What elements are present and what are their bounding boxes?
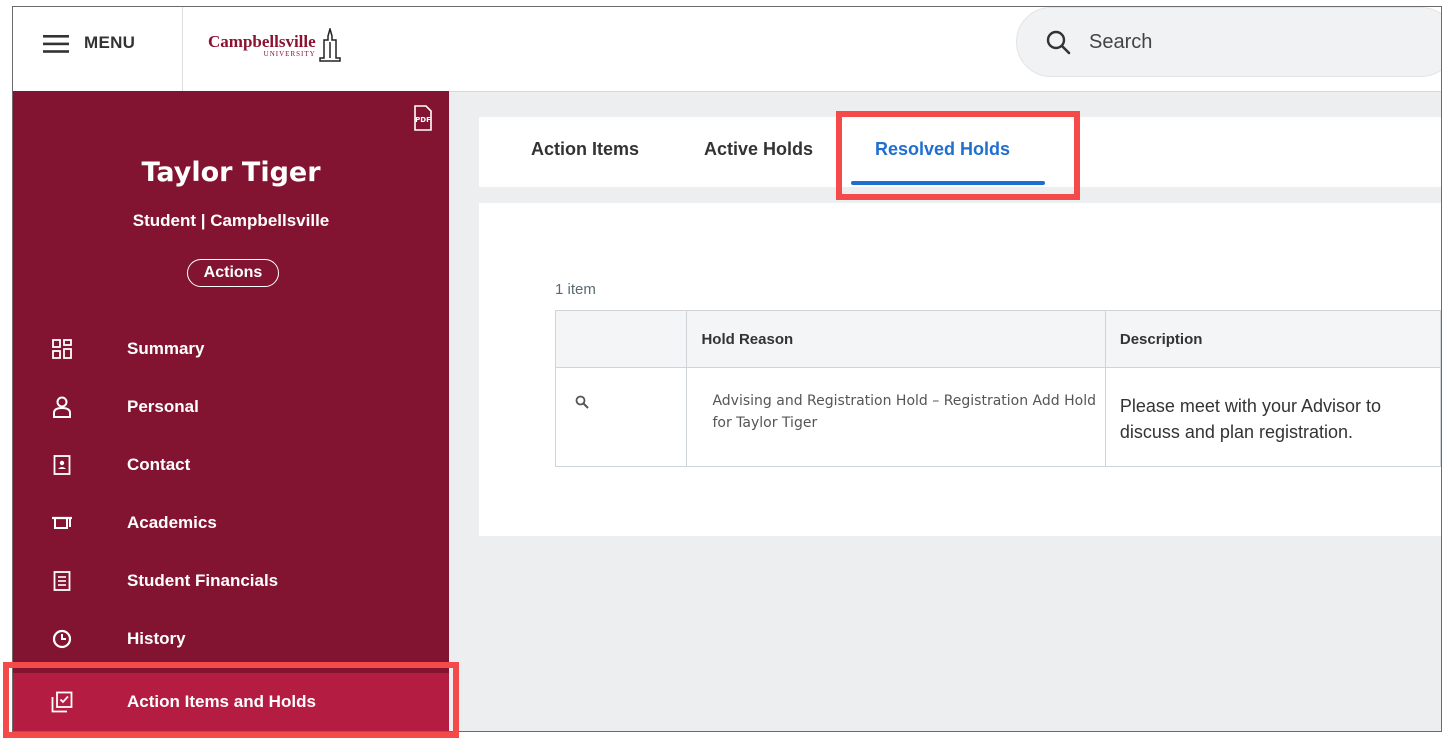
hamburger-icon bbox=[43, 35, 69, 53]
sidebar-item-label: History bbox=[127, 629, 186, 648]
contact-card-icon bbox=[51, 454, 73, 476]
sidebar-item-label: Academics bbox=[127, 513, 217, 532]
sidebar-item-label: Contact bbox=[127, 455, 191, 474]
profile-name: Taylor Tiger bbox=[141, 157, 321, 188]
column-header-hold-reason[interactable]: Hold Reason bbox=[686, 310, 1106, 368]
sidebar-item-student-financials[interactable]: Student Financials bbox=[13, 552, 449, 610]
search-input[interactable]: Search bbox=[1089, 31, 1152, 54]
sidebar-item-history[interactable]: History bbox=[13, 610, 449, 668]
description-text: Please meet with your Advisor to discuss… bbox=[1119, 396, 1381, 443]
logo-name: Campbellsville bbox=[208, 31, 316, 51]
clock-icon bbox=[51, 628, 73, 650]
hold-reason-text: Advising and Registration Hold – Registr… bbox=[712, 393, 1096, 431]
sidebar-item-personal[interactable]: Personal bbox=[13, 378, 449, 436]
item-count: 1 item bbox=[555, 281, 596, 298]
tab-action-items[interactable]: Action Items bbox=[531, 139, 639, 160]
tab-active-holds[interactable]: Active Holds bbox=[704, 139, 813, 160]
tower-icon bbox=[318, 28, 341, 62]
search-bar[interactable]: Search bbox=[1016, 7, 1441, 77]
ledger-icon bbox=[51, 570, 73, 592]
pdf-label: PDF bbox=[415, 116, 431, 124]
sidebar-item-action-items-and-holds[interactable]: Action Items and Holds bbox=[13, 673, 449, 731]
logo-wordmark: Campbellsville UNIVERSITY bbox=[208, 33, 316, 58]
tab-resolved-holds[interactable]: Resolved Holds bbox=[875, 139, 1010, 160]
university-logo[interactable]: Campbellsville UNIVERSITY bbox=[208, 25, 342, 65]
checklist-icon bbox=[51, 691, 73, 713]
sidebar-item-label: Personal bbox=[127, 397, 199, 416]
sidebar-item-summary[interactable]: Summary bbox=[13, 320, 449, 378]
pdf-icon[interactable]: PDF bbox=[413, 105, 433, 136]
profile-subtitle: Student | Campbellsville bbox=[132, 211, 330, 230]
sidebar-item-label: Action Items and Holds bbox=[127, 692, 316, 711]
menu-button[interactable]: MENU bbox=[13, 7, 183, 91]
profile-sidebar: PDF Taylor Tiger Student | Campbellsvill… bbox=[13, 91, 449, 731]
magnifier-icon[interactable] bbox=[557, 369, 685, 414]
table-row: Advising and Registration Hold – Registr… bbox=[554, 367, 1441, 467]
grid-icon bbox=[51, 338, 73, 360]
active-tab-indicator bbox=[851, 181, 1045, 185]
sidebar-item-academics[interactable]: Academics bbox=[13, 494, 449, 552]
hold-reason-cell: Advising and Registration Hold – Registr… bbox=[686, 367, 1106, 467]
column-header-description[interactable]: Description bbox=[1104, 310, 1441, 368]
logo-sub: UNIVERSITY bbox=[263, 49, 316, 58]
graduation-cap-icon bbox=[51, 512, 73, 534]
app-window: MENU Campbellsville UNIVERSITY Search PD… bbox=[12, 6, 1442, 732]
holds-table: Hold Reason Description Advising and Reg… bbox=[554, 310, 1441, 467]
top-bar: MENU Campbellsville UNIVERSITY Search bbox=[13, 7, 1441, 92]
description-cell: Please meet with your Advisor to discuss… bbox=[1104, 367, 1441, 467]
sidebar-item-label: Student Financials bbox=[127, 571, 279, 590]
sidebar-item-label: Summary bbox=[127, 339, 205, 358]
search-icon bbox=[1046, 30, 1071, 55]
menu-label: MENU bbox=[84, 33, 136, 52]
column-header-actions bbox=[554, 310, 688, 368]
table-header-row: Hold Reason Description bbox=[554, 310, 1441, 368]
sidebar-item-contact[interactable]: Contact bbox=[13, 436, 449, 494]
row-actions-cell bbox=[554, 367, 688, 467]
actions-button[interactable]: Actions bbox=[187, 259, 279, 287]
person-icon bbox=[51, 396, 73, 418]
